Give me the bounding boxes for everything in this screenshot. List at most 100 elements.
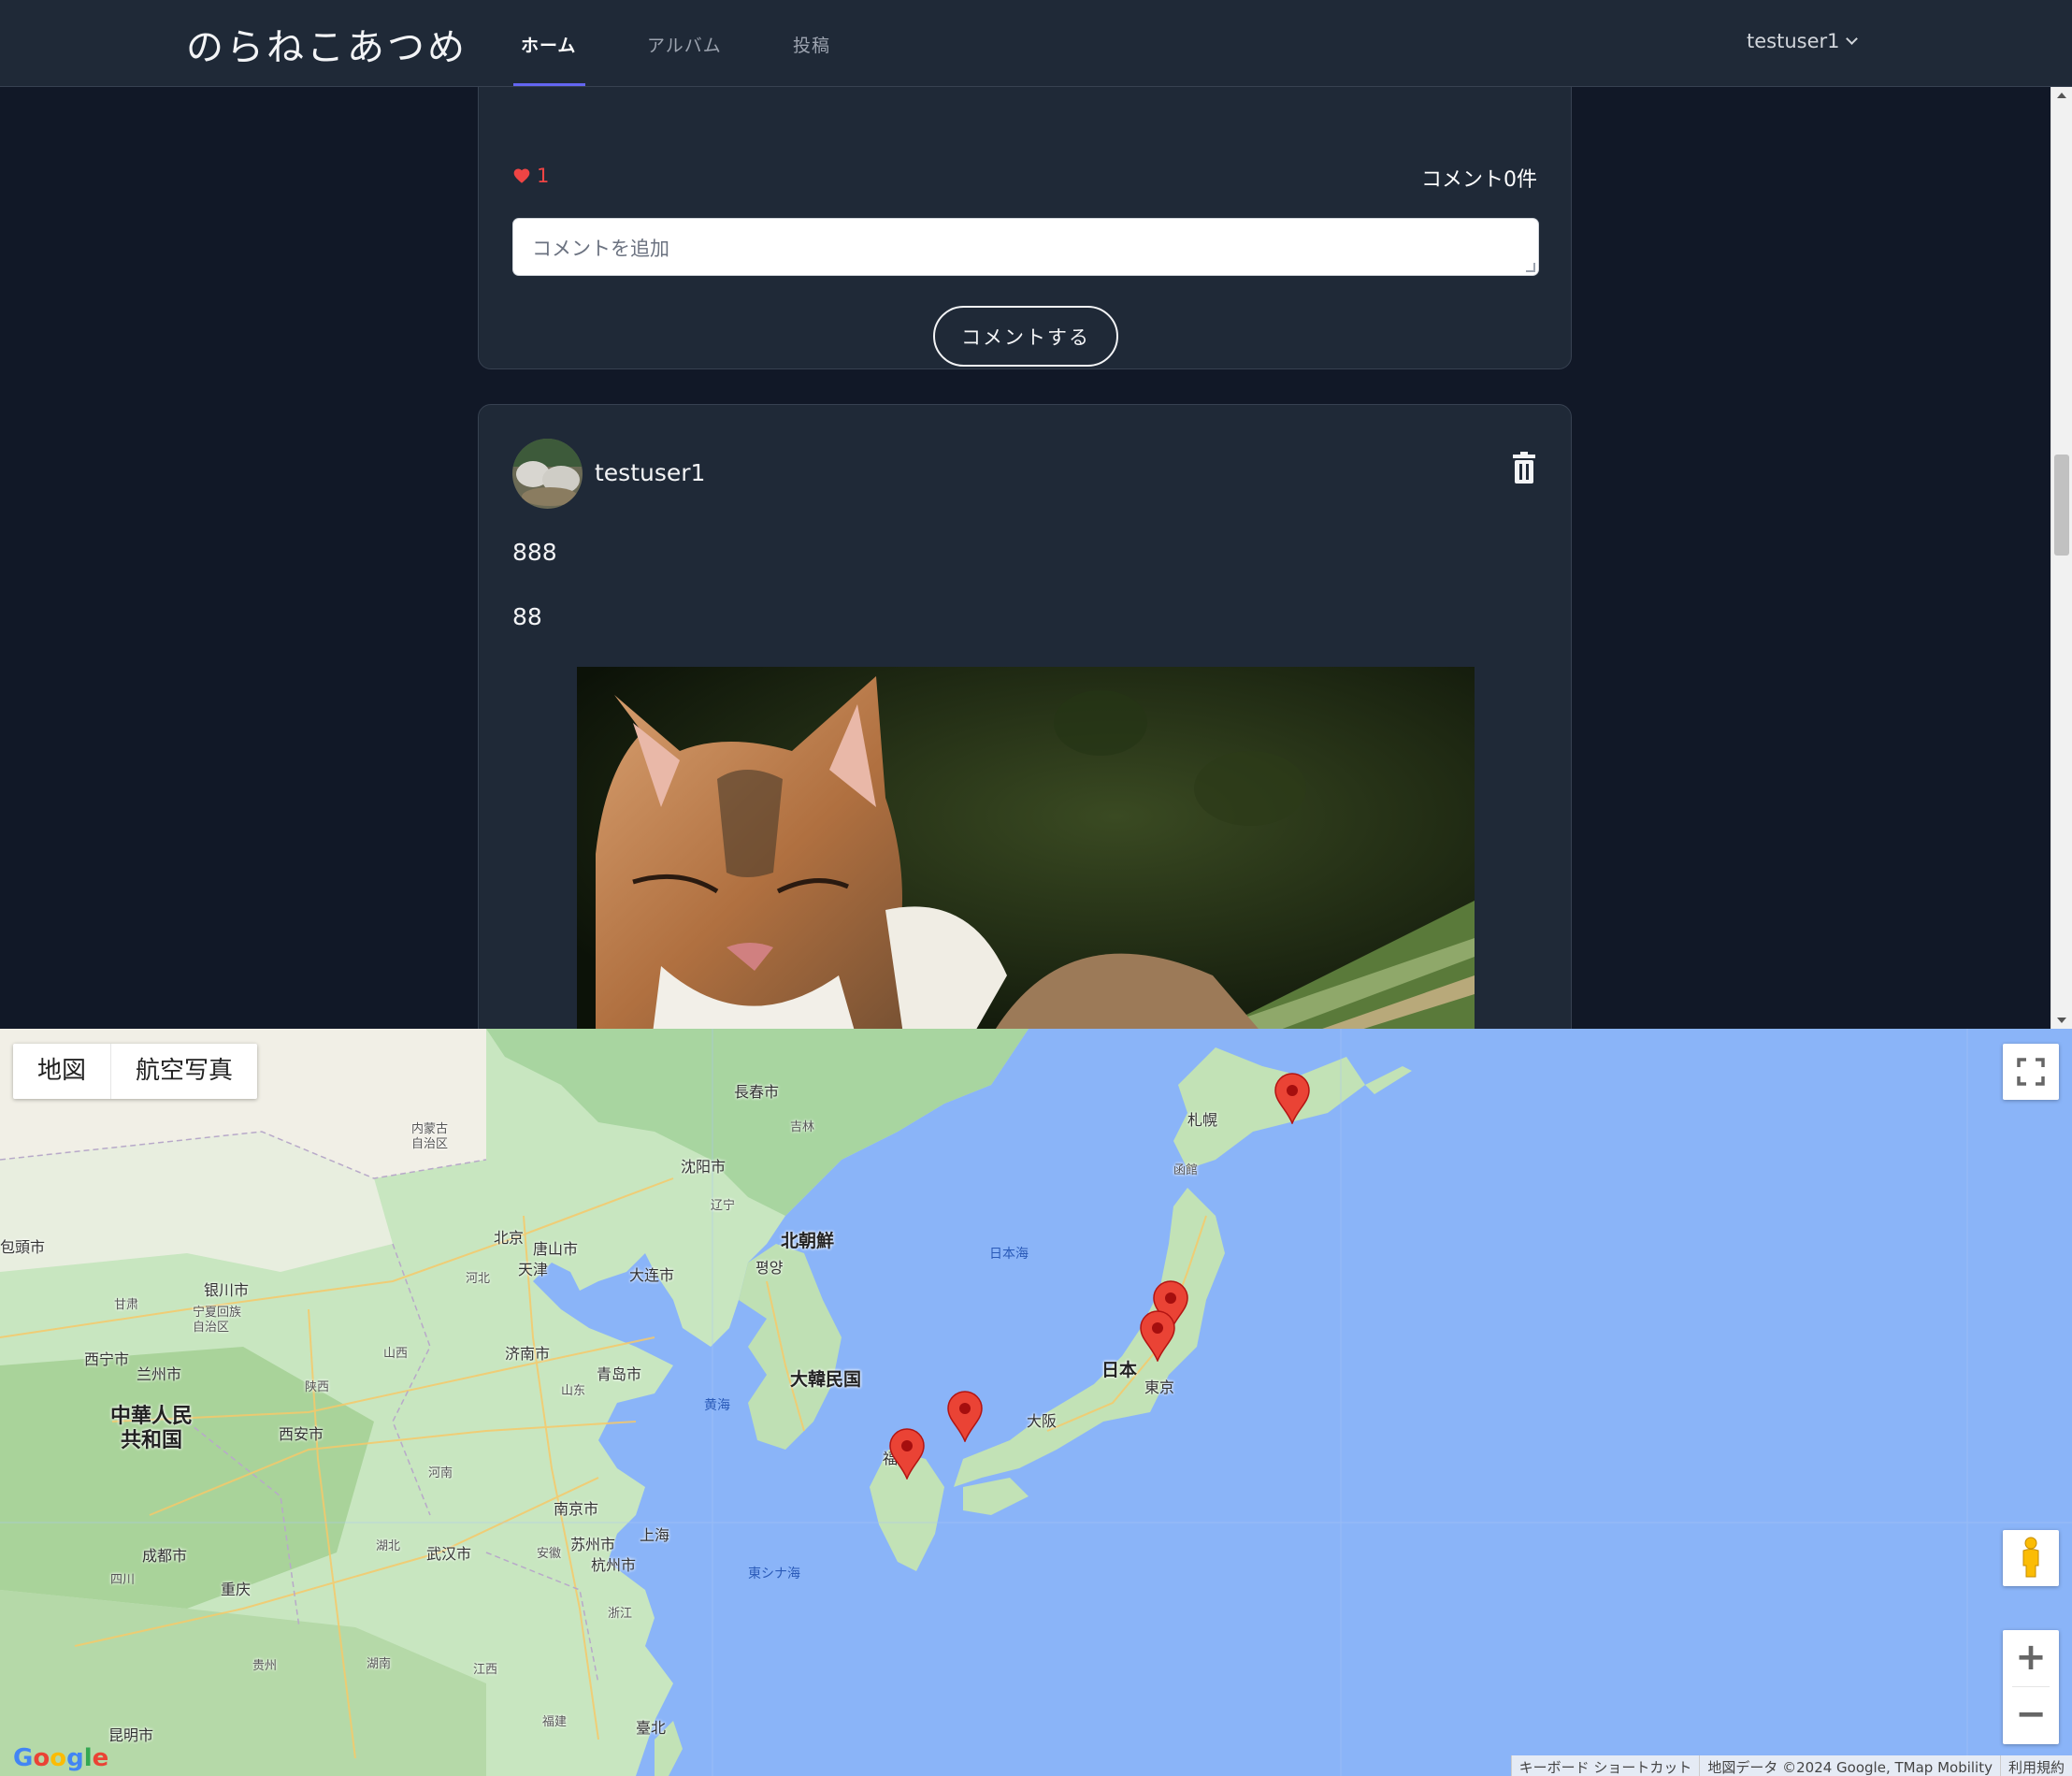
map-attribution: キーボード ショートカット 地図データ ©2024 Google, TMap M…	[1510, 1755, 2072, 1776]
post-author[interactable]: testuser1	[595, 459, 705, 486]
map-type-control: 地図 航空写真	[13, 1044, 258, 1099]
map-label: 成都市	[142, 1547, 188, 1565]
map-label: 沈阳市	[681, 1158, 727, 1176]
submit-comment-button[interactable]: コメントする	[933, 306, 1118, 367]
comment-input[interactable]: コメントを追加	[512, 218, 1539, 276]
google-map[interactable]: 長春市 吉林 札幌 函館 内蒙古 自治区 沈阳市 辽宁 北京 唐山市 天津 河北…	[0, 1029, 2072, 1776]
map-label: 安徽	[537, 1547, 562, 1561]
map-label: 日本海	[989, 1247, 1029, 1262]
map-data-credit: 地図データ ©2024 Google, TMap Mobility	[1699, 1755, 2000, 1776]
map-label: 昆明市	[108, 1726, 154, 1744]
map-label: 東シナ海	[748, 1567, 800, 1581]
map-label: 上海	[640, 1526, 670, 1544]
map-label: 内蒙古 自治区	[411, 1122, 449, 1151]
scroll-thumb[interactable]	[2054, 455, 2069, 556]
map-label: 西安市	[279, 1425, 324, 1443]
map-label: 札幌	[1187, 1111, 1218, 1129]
map-label: 武汉市	[426, 1545, 472, 1563]
zoom-out-button[interactable]: −	[2003, 1687, 2059, 1743]
map-label: 青岛市	[597, 1365, 642, 1383]
map-label: 贵州	[252, 1659, 278, 1673]
map-label: 山东	[561, 1384, 586, 1398]
map-type-map-button[interactable]: 地図	[13, 1044, 112, 1099]
like-count: 1	[537, 165, 550, 187]
map-label: 東京	[1144, 1379, 1175, 1396]
site-logo[interactable]: のらねこあつめ	[186, 17, 468, 71]
map-label: 西宁市	[84, 1350, 130, 1368]
map-label: 長春市	[734, 1083, 780, 1101]
nav-active-indicator	[513, 83, 585, 86]
comment-count: コメント0件	[1421, 168, 1537, 192]
map-label: 大连市	[629, 1266, 675, 1284]
fullscreen-icon	[2017, 1058, 2045, 1086]
map-label: 吉林	[790, 1120, 815, 1134]
map-label: 江西	[473, 1663, 498, 1677]
comment-input-placeholder: コメントを追加	[532, 238, 669, 260]
map-label: 臺北	[636, 1719, 667, 1737]
map-label: 湖南	[367, 1657, 392, 1671]
map-marker-pin[interactable]	[1273, 1072, 1311, 1124]
map-label: 日本	[1101, 1360, 1138, 1380]
keyboard-shortcuts-link[interactable]: キーボード ショートカット	[1510, 1755, 1700, 1776]
map-label: 兰州市	[137, 1365, 182, 1383]
user-menu[interactable]: testuser1	[1747, 30, 1858, 52]
map-label: 黄海	[704, 1398, 730, 1413]
map-marker-pin[interactable]	[1139, 1309, 1176, 1362]
pegman-icon	[2022, 1537, 2039, 1578]
avatar[interactable]	[512, 439, 583, 509]
map-label: 大韓民国	[790, 1369, 862, 1390]
map-label: 北京	[494, 1229, 525, 1247]
map-label: 山西	[383, 1347, 409, 1361]
top-navbar: のらねこあつめ ホーム アルバム 投稿 testuser1	[0, 0, 2072, 87]
fullscreen-button[interactable]	[2003, 1044, 2059, 1100]
map-label: 河北	[466, 1272, 491, 1286]
user-menu-name: testuser1	[1747, 30, 1840, 52]
scroll-up-icon[interactable]	[2057, 93, 2066, 98]
map-label: 大阪	[1027, 1412, 1058, 1430]
vertical-scrollbar[interactable]	[2050, 87, 2072, 1029]
map-label: 中華人民 共和国	[110, 1405, 194, 1452]
post-card-previous: 1 コメント0件 コメントを追加 コメントする	[478, 87, 1572, 369]
zoom-in-button[interactable]: +	[2003, 1630, 2059, 1686]
map-label: 函館	[1173, 1163, 1199, 1177]
map-label: 银川市	[204, 1281, 250, 1299]
map-label: 包頭市	[0, 1238, 46, 1256]
nav-home[interactable]: ホーム	[521, 32, 576, 57]
google-logo[interactable]: Google	[13, 1744, 108, 1772]
map-label: 福建	[542, 1715, 568, 1729]
map-label: 湖北	[376, 1539, 401, 1553]
map-label: 四川	[110, 1573, 136, 1587]
map-label: 杭州市	[591, 1556, 637, 1574]
map-type-satellite-button[interactable]: 航空写真	[111, 1044, 257, 1099]
scroll-down-icon[interactable]	[2057, 1018, 2066, 1023]
map-label: 苏州市	[570, 1536, 616, 1553]
map-label: 河南	[428, 1466, 453, 1480]
nav-album[interactable]: アルバム	[647, 32, 722, 57]
nav-post[interactable]: 投稿	[793, 32, 830, 57]
zoom-control: + −	[2003, 1630, 2059, 1744]
map-label: 浙江	[608, 1607, 633, 1621]
map-canvas[interactable]	[0, 1029, 2072, 1776]
map-label: 天津	[518, 1261, 549, 1278]
like-button[interactable]: 1	[512, 165, 549, 187]
map-label: 辽宁	[711, 1199, 736, 1213]
cat-photo[interactable]	[577, 667, 1475, 1029]
chevron-down-icon	[1845, 32, 1858, 45]
post-title: 888	[512, 539, 557, 566]
post-body: 88	[512, 603, 542, 630]
map-label: 南京市	[554, 1500, 599, 1518]
map-label: 평양	[755, 1259, 784, 1277]
trash-icon[interactable]	[1511, 452, 1537, 484]
map-marker-pin[interactable]	[946, 1390, 984, 1442]
street-view-pegman[interactable]	[2003, 1530, 2059, 1586]
terms-link[interactable]: 利用規約	[1999, 1755, 2072, 1776]
resize-handle-icon[interactable]	[1526, 263, 1535, 272]
heart-icon	[513, 168, 530, 183]
map-label: 重庆	[221, 1581, 252, 1598]
map-label: 甘肃	[114, 1298, 139, 1312]
feed-scroll-area[interactable]: 1 コメント0件 コメントを追加 コメントする testuser1 888 88	[0, 87, 2072, 1029]
map-marker-pin[interactable]	[888, 1427, 926, 1480]
map-label: 宁夏回族 自治区	[193, 1306, 242, 1335]
post-card: testuser1 888 88	[478, 404, 1572, 1029]
map-label: 陕西	[305, 1380, 330, 1394]
